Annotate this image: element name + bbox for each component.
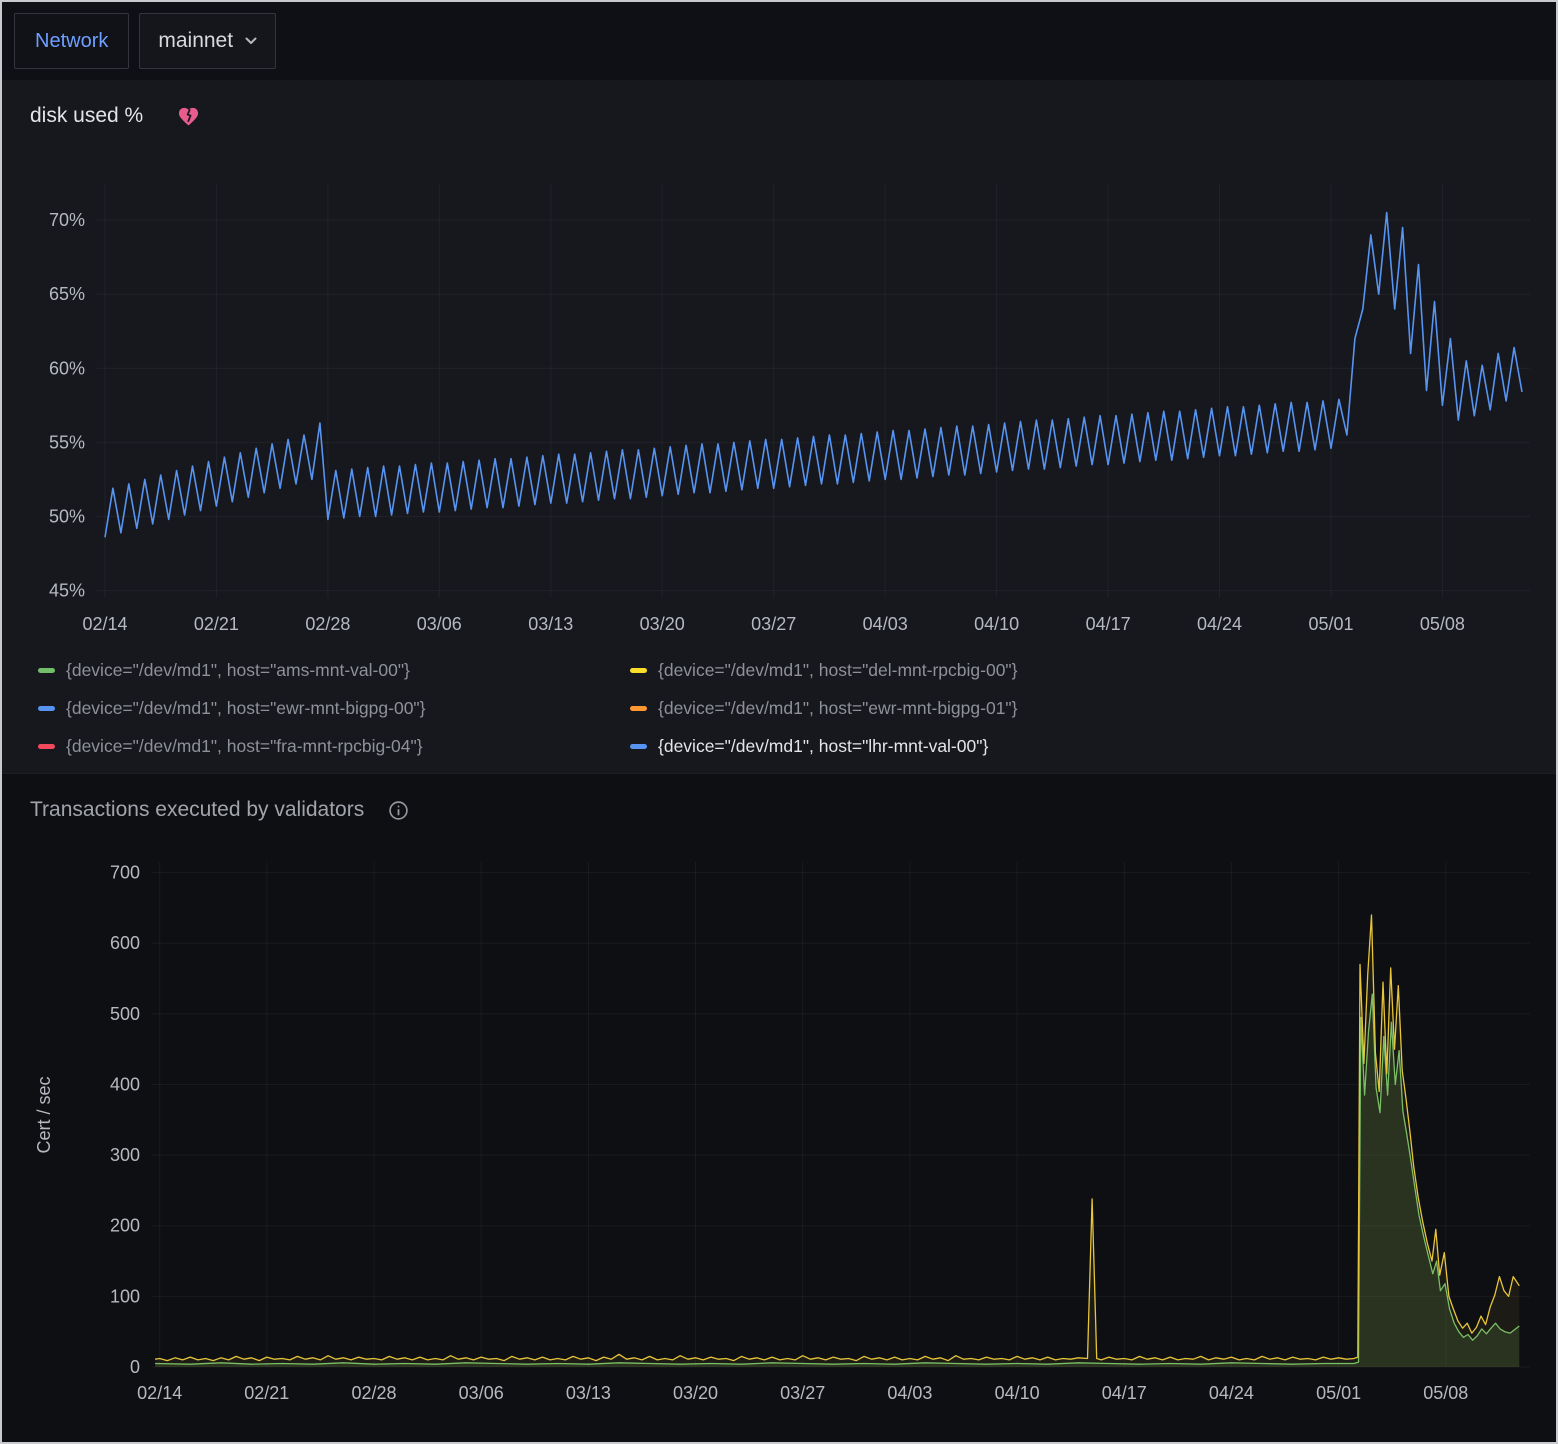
variables-toolbar: Network mainnet: [2, 2, 1556, 80]
x-axis-tick-label: 05/01: [1308, 614, 1353, 634]
legend-color-dash: [630, 744, 647, 749]
x-axis-tick-label: 02/14: [82, 614, 127, 634]
y-axis-tick-label: 55%: [49, 432, 85, 452]
x-axis-tick-label: 04/10: [995, 1383, 1040, 1403]
y-axis-tick-label: 60%: [49, 358, 85, 378]
y-axis-tick-label: 700: [110, 863, 140, 883]
y-axis-tick-label: 100: [110, 1286, 140, 1306]
x-axis-tick-label: 02/21: [244, 1383, 289, 1403]
legend-label: {device="/dev/md1", host="ewr-mnt-bigpg-…: [66, 698, 426, 719]
legend-label: {device="/dev/md1", host="del-mnt-rpcbig…: [658, 660, 1018, 681]
y-axis-tick-label: 600: [110, 933, 140, 953]
x-axis-tick-label: 03/06: [417, 614, 462, 634]
x-axis-tick-label: 03/06: [459, 1383, 504, 1403]
legend-label: {device="/dev/md1", host="ams-mnt-val-00…: [66, 660, 410, 681]
disk-used-panel: disk used % 45% 50% 55% 60% 65% 70% 02/14 02/21…: [2, 80, 1556, 773]
legend-label: {device="/dev/md1", host="lhr-mnt-val-00…: [658, 736, 988, 757]
network-value-text: mainnet: [158, 29, 233, 53]
y-axis-tick-label: 300: [110, 1145, 140, 1165]
network-variable-label: Network: [14, 13, 129, 69]
x-axis-tick-label: 04/10: [974, 614, 1019, 634]
legend-item-ams-mnt-val-00[interactable]: {device="/dev/md1", host="ams-mnt-val-00…: [38, 660, 630, 681]
x-axis-tick-label: 02/21: [194, 614, 239, 634]
series-line: [155, 915, 1519, 1361]
transactions-panel: Transactions executed by validators 0 100…: [2, 773, 1556, 1432]
series-line: [105, 213, 1522, 538]
info-icon[interactable]: [388, 800, 409, 821]
x-axis-tick-label: 04/03: [887, 1383, 932, 1403]
series-line: [155, 994, 1519, 1364]
x-axis-tick-label: 03/13: [566, 1383, 611, 1403]
alert-broken-heart-icon[interactable]: [177, 105, 200, 128]
x-axis-tick-label: 05/08: [1423, 1383, 1468, 1403]
x-axis-tick-label: 04/24: [1209, 1383, 1254, 1403]
x-axis-tick-label: 05/08: [1420, 614, 1465, 634]
x-axis-tick-label: 04/24: [1197, 614, 1242, 634]
series-area: [155, 994, 1519, 1367]
x-axis-tick-label: 02/28: [305, 614, 350, 634]
network-variable-dropdown[interactable]: mainnet: [139, 13, 276, 69]
tx-panel-title[interactable]: Transactions executed by validators: [30, 798, 364, 822]
x-axis-tick-label: 04/17: [1102, 1383, 1147, 1403]
legend-color-dash: [38, 668, 55, 673]
y-axis-title: Cert / sec: [34, 1076, 54, 1153]
y-axis-tick-label: 0: [130, 1357, 140, 1377]
transactions-chart[interactable]: 0 100 200 300 400 500 600 700 02/14 02/21 02/28 03/…: [2, 832, 1556, 1427]
legend-label: {device="/dev/md1", host="fra-mnt-rpcbig…: [66, 736, 423, 757]
legend-item-ewr-mnt-bigpg-01[interactable]: {device="/dev/md1", host="ewr-mnt-bigpg-…: [630, 698, 1556, 719]
x-axis-tick-label: 03/20: [673, 1383, 718, 1403]
legend-item-lhr-mnt-val-00[interactable]: {device="/dev/md1", host="lhr-mnt-val-00…: [630, 736, 1556, 757]
x-axis-tick-label: 04/03: [863, 614, 908, 634]
series-area: [155, 915, 1519, 1367]
legend-color-dash: [630, 668, 647, 673]
legend-color-dash: [38, 706, 55, 711]
x-axis-tick-label: 05/01: [1316, 1383, 1361, 1403]
legend-color-dash: [38, 744, 55, 749]
legend-label: {device="/dev/md1", host="ewr-mnt-bigpg-…: [658, 698, 1018, 719]
y-axis-tick-label: 400: [110, 1075, 140, 1095]
y-axis-tick-label: 500: [110, 1004, 140, 1024]
x-axis-tick-label: 03/13: [528, 614, 573, 634]
disk-panel-header: disk used %: [2, 80, 1556, 138]
x-axis-tick-label: 02/28: [351, 1383, 396, 1403]
legend-color-dash: [630, 706, 647, 711]
legend-item-del-mnt-rpcbig-00[interactable]: {device="/dev/md1", host="del-mnt-rpcbig…: [630, 660, 1556, 681]
y-axis-tick-label: 200: [110, 1216, 140, 1236]
disk-panel-title[interactable]: disk used %: [30, 104, 143, 128]
disk-used-chart[interactable]: 45% 50% 55% 60% 65% 70% 02/14 02/21 02/28 03/06 03…: [2, 138, 1556, 653]
x-axis-tick-label: 03/27: [751, 614, 796, 634]
y-axis-tick-label: 65%: [49, 284, 85, 304]
tx-panel-header: Transactions executed by validators: [2, 774, 1556, 832]
legend-item-fra-mnt-rpcbig-04[interactable]: {device="/dev/md1", host="fra-mnt-rpcbig…: [38, 736, 630, 757]
network-label-text: Network: [35, 30, 108, 53]
disk-chart-legend: {device="/dev/md1", host="ams-mnt-val-00…: [2, 658, 1556, 773]
legend-item-ewr-mnt-bigpg-00[interactable]: {device="/dev/md1", host="ewr-mnt-bigpg-…: [38, 698, 630, 719]
x-axis-tick-label: 04/17: [1086, 614, 1131, 634]
y-axis-tick-label: 50%: [49, 507, 85, 527]
dashboard: Network mainnet disk used % 45% 50% 55% 60%…: [0, 0, 1558, 1444]
y-axis-tick-label: 70%: [49, 210, 85, 230]
chevron-down-icon: [245, 37, 257, 45]
y-axis-tick-label: 45%: [49, 581, 85, 601]
x-axis-tick-label: 02/14: [137, 1383, 182, 1403]
x-axis-tick-label: 03/27: [780, 1383, 825, 1403]
x-axis-tick-label: 03/20: [640, 614, 685, 634]
